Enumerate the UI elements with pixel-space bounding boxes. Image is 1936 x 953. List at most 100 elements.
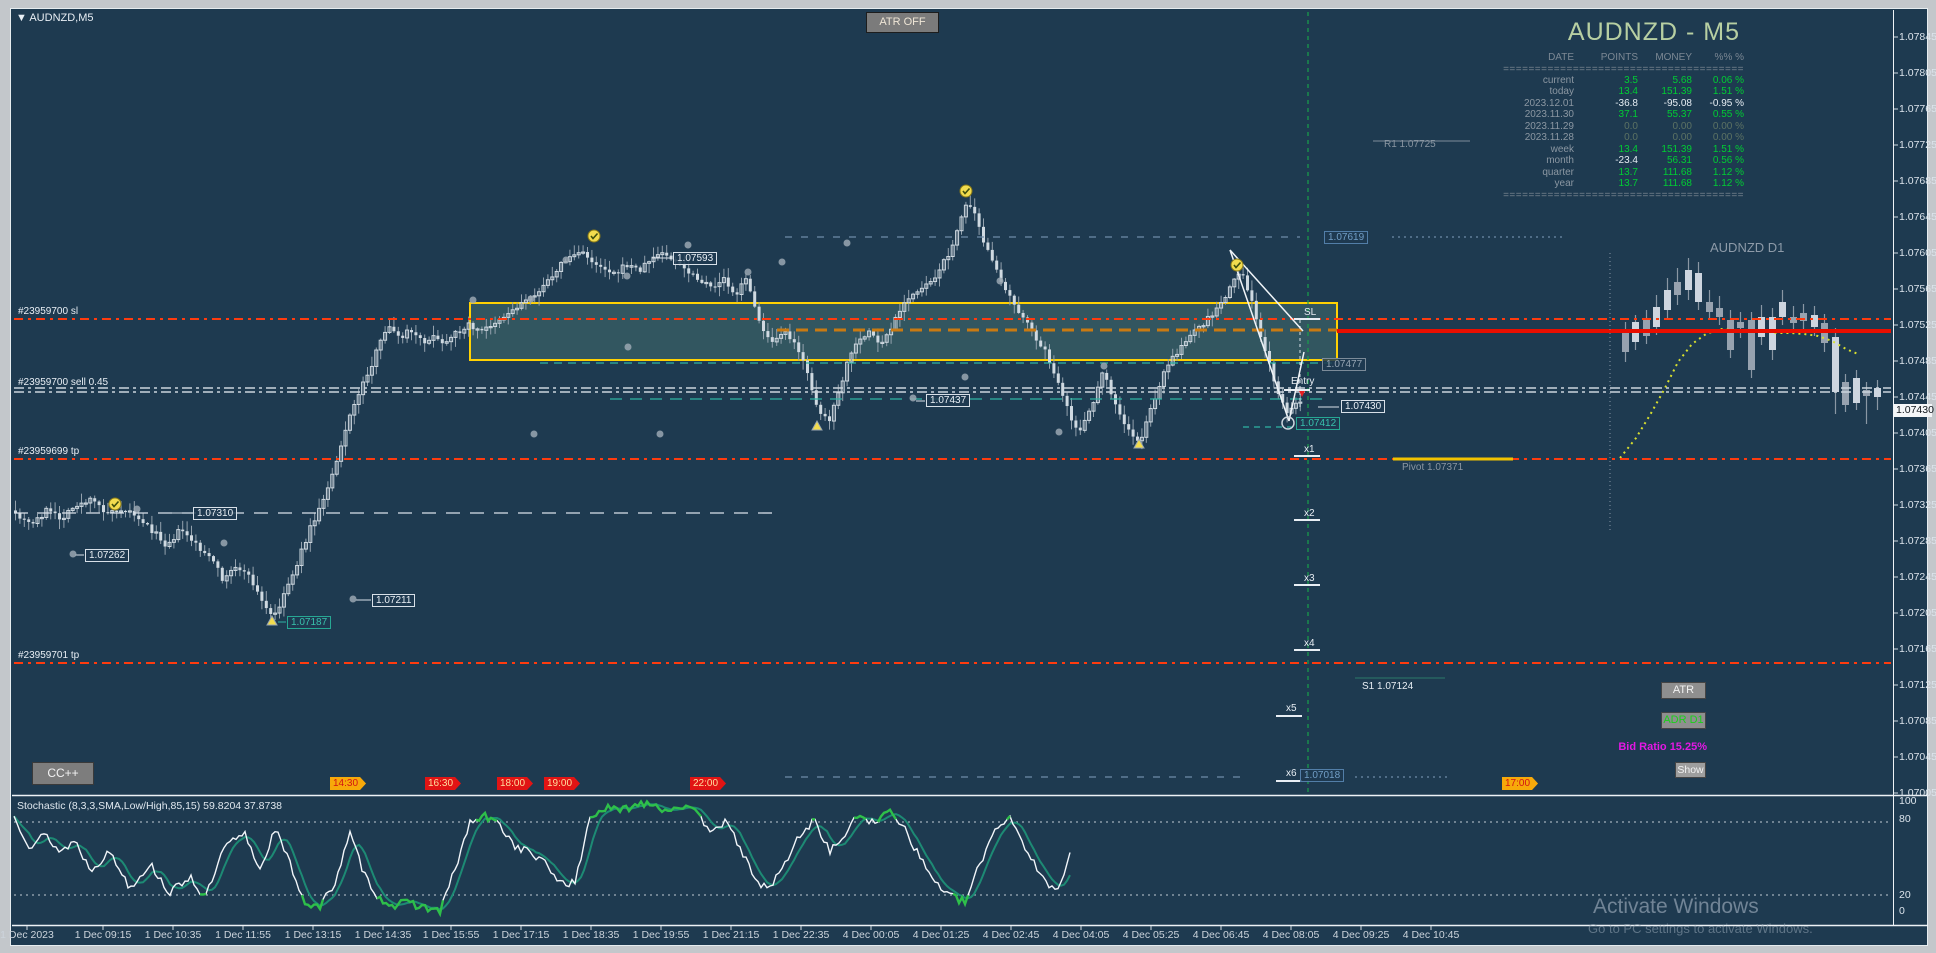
fractal-dot [656, 430, 664, 438]
stoch-main-line [13, 800, 1071, 916]
check-marker-icon[interactable] [959, 184, 973, 198]
stats-cell: 13.7 [1618, 166, 1638, 178]
stats-cell: 1.12 % [1712, 166, 1744, 178]
stats-separator: ====================================== [1503, 63, 1744, 75]
fractal-dot [744, 268, 752, 276]
price-label-107187[interactable]: 1.07187 [287, 616, 332, 629]
stats-cell: 1.51 % [1712, 143, 1744, 155]
mini-chart-title: AUDNZD D1 [1710, 240, 1785, 255]
stats-cell: 0.00 [1672, 132, 1692, 143]
price-label-107437[interactable]: 1.07437 [926, 394, 971, 407]
price-label-107593[interactable]: 1.07593 [673, 252, 718, 265]
stoch-axis-tick: 20 [1899, 889, 1911, 901]
stats-row: today 13.4 151.39 1.51 % [1498, 86, 1744, 98]
time-axis-label: 1 Dec 18:35 [562, 929, 620, 941]
order-sl-label[interactable]: #23959700 sl [18, 306, 78, 317]
order-tp2-label[interactable]: #23959701 tp [18, 650, 79, 661]
stats-row: current 3.5 5.68 0.06 % [1498, 75, 1744, 87]
mt4-chart-window: { "window": { "symbol": "AUDNZD,M5", "dr… [0, 0, 1936, 953]
fractal-dot [69, 550, 77, 558]
time-axis-label: 4 Dec 06:45 [1192, 929, 1250, 941]
s1-label: S1 1.07124 [1362, 681, 1414, 692]
stats-header: MONEY [1655, 52, 1692, 63]
stats-cell: today [1549, 86, 1574, 97]
stats-cell: -36.8 [1615, 97, 1638, 109]
fractal-dot [349, 595, 357, 603]
fractal-dot [1100, 362, 1108, 370]
fractal-dot [909, 394, 917, 402]
arrow-up-marker-icon[interactable] [811, 419, 823, 431]
stats-cell: 0.00 % [1712, 120, 1744, 132]
price-label-107619[interactable]: 1.07619 [1324, 231, 1369, 244]
time-badge-1630[interactable]: 16:30 [425, 777, 461, 790]
x5-tag: x5 [1286, 703, 1297, 714]
entry-tag: Entry [1291, 376, 1315, 387]
price-axis-tick: 1.07845 [1899, 31, 1936, 43]
time-axis-label: 4 Dec 00:05 [842, 929, 900, 941]
stats-cell: -95.08 [1663, 97, 1692, 109]
time-axis-label: 4 Dec 09:25 [1332, 929, 1390, 941]
fractal-dot [623, 272, 631, 280]
chevron-down-icon: ▼ [16, 12, 27, 24]
stats-row: 2023.12.01 -36.8 -95.08 -0.95 % [1498, 98, 1744, 110]
stats-cell: 13.4 [1618, 143, 1638, 155]
x3-tag: x3 [1304, 573, 1315, 584]
x2-tag: x2 [1304, 508, 1315, 519]
order-sell-label[interactable]: #23959700 sell 0.45 [18, 377, 108, 388]
price-label-107211[interactable]: 1.07211 [372, 594, 416, 607]
stats-cell: quarter [1542, 166, 1574, 178]
time-axis-label: 1 Dec 21:15 [702, 929, 760, 941]
stats-cell: 13.4 [1618, 86, 1638, 97]
fractal-dot [562, 256, 570, 264]
stats-header-row: DATE POINTS MONEY %% % [1498, 52, 1744, 64]
symbol-label[interactable]: ▼ AUDNZD,M5 [16, 12, 94, 24]
time-axis-label: 1 Dec 17:15 [492, 929, 550, 941]
stats-header: %% % [1714, 52, 1744, 63]
adr-d1-button[interactable]: ADR D1 [1661, 712, 1706, 729]
activate-windows-subtext: Go to PC settings to activate Windows. [1588, 921, 1813, 936]
stoch-signal-line [13, 803, 1071, 911]
price-axis-tick: 1.07045 [1899, 751, 1936, 763]
price-label-107477[interactable]: 1.07477 [1322, 358, 1367, 371]
d1-ma-dotted-line [1619, 327, 1859, 459]
time-axis-label: 1 Dec 15:55 [422, 929, 480, 941]
stats-row: month -23.4 56.31 0.56 % [1498, 155, 1744, 167]
time-axis-label: 1 Dec 13:15 [284, 929, 342, 941]
fractal-dot [1055, 428, 1063, 436]
time-badge-1700[interactable]: 17:00 [1502, 777, 1538, 790]
fractal-dot [530, 430, 538, 438]
price-label-107430[interactable]: 1.07430 [1341, 400, 1386, 413]
price-axis-tick: 1.07605 [1899, 247, 1936, 259]
time-badge-1900[interactable]: 19:00 [544, 777, 580, 790]
check-marker-icon[interactable] [1230, 258, 1244, 272]
time-axis-label: 4 Dec 05:25 [1122, 929, 1180, 941]
atr-button[interactable]: ATR [1661, 682, 1706, 699]
stats-separator: ====================================== [1503, 189, 1744, 201]
time-axis-label: 1 Dec 19:55 [632, 929, 690, 941]
check-marker-icon[interactable] [108, 497, 122, 511]
price-label-107310[interactable]: 1.07310 [193, 507, 238, 520]
r1-label: R1 1.07725 [1384, 139, 1436, 150]
price-axis-tick: 1.07245 [1899, 571, 1936, 583]
time-badge-1430[interactable]: 14:30 [330, 777, 366, 790]
price-axis-tick: 1.07285 [1899, 535, 1936, 547]
atr-off-button[interactable]: ATR OFF [866, 12, 939, 33]
fractal-dot [133, 505, 141, 513]
stoch-axis-tick: 100 [1899, 795, 1917, 807]
price-label-107262[interactable]: 1.07262 [85, 549, 130, 562]
time-badge-1800[interactable]: 18:00 [497, 777, 533, 790]
cc-plus-plus-button[interactable]: CC++ [32, 762, 94, 785]
price-label-107018[interactable]: 1.07018 [1300, 769, 1345, 782]
stats-row: 2023.11.28 0.0 0.00 0.00 % [1498, 132, 1744, 144]
stats-cell: 2023.11.29 [1524, 120, 1574, 132]
price-axis-tick: 1.07685 [1899, 175, 1936, 187]
stats-cell: 0.0 [1624, 132, 1638, 143]
activate-windows-watermark: Activate Windows [1593, 895, 1759, 918]
order-tp1-label[interactable]: #23959699 tp [18, 446, 79, 457]
time-badge-2200[interactable]: 22:00 [690, 777, 726, 790]
time-axis-label: 1 Dec 14:35 [354, 929, 412, 941]
stats-cell: 111.68 [1662, 178, 1692, 189]
show-button[interactable]: Show [1675, 762, 1706, 778]
check-marker-icon[interactable] [587, 229, 601, 243]
price-label-107412[interactable]: 1.07412 [1296, 417, 1341, 430]
